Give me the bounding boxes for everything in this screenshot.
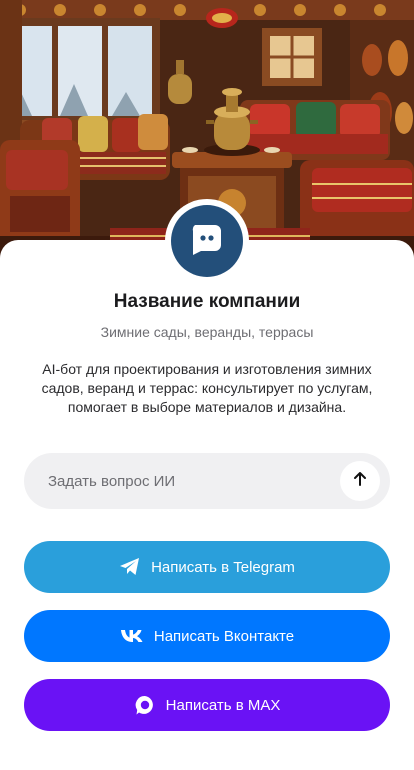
- vk-icon: [120, 628, 144, 644]
- company-description: AI-бот для проектирования и изготовления…: [41, 361, 373, 415]
- company-name: Название компании: [113, 291, 301, 312]
- vk-button-label: Написать Вконтакте: [153, 627, 295, 645]
- page: Название компании Зимние сады, веранды, …: [0, 0, 414, 770]
- telegram-button[interactable]: Написать в Telegram: [24, 541, 390, 593]
- chat-bubble-icon: [189, 221, 225, 262]
- vk-button[interactable]: Написать Вконтакте: [24, 610, 390, 662]
- company-tagline: Зимние сады, веранды, террасы: [100, 324, 314, 340]
- max-button[interactable]: Написать в MAX: [24, 679, 390, 731]
- telegram-button-label: Написать в Telegram: [151, 558, 295, 576]
- max-button-label: Написать в MAX: [165, 696, 281, 714]
- ask-ai-input[interactable]: [48, 453, 348, 509]
- ask-ai-field: [24, 453, 390, 509]
- company-avatar-ring: [165, 199, 249, 283]
- telegram-icon: [119, 557, 141, 577]
- company-avatar: [171, 205, 243, 277]
- max-icon: [134, 694, 156, 716]
- send-button[interactable]: [340, 461, 380, 501]
- arrow-up-icon: [351, 470, 369, 493]
